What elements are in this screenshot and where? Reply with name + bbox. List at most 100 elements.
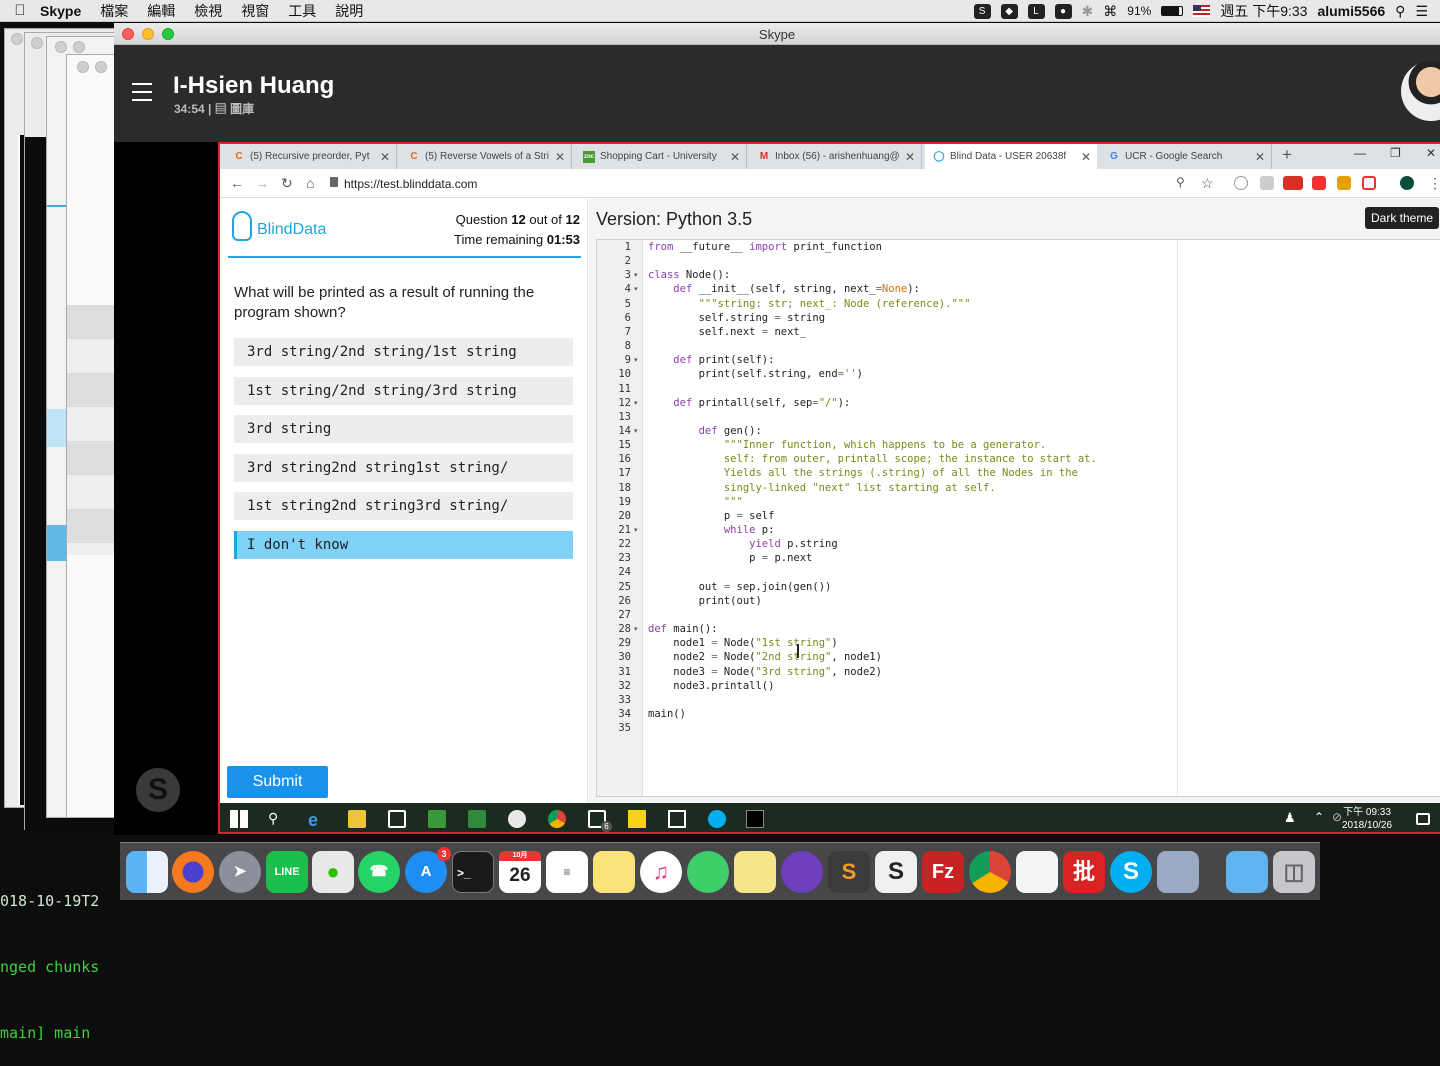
wechat-status-icon[interactable]: ● bbox=[1054, 3, 1072, 19]
code-line[interactable]: self.next = next_ bbox=[648, 325, 807, 339]
launchpad-icon[interactable]: ➤ bbox=[219, 851, 261, 893]
messages-icon[interactable] bbox=[687, 851, 729, 893]
contact-avatar[interactable] bbox=[1401, 61, 1440, 121]
tray-expand-icon[interactable]: ⌃ bbox=[1314, 810, 1332, 828]
chrome-tab[interactable]: M Inbox (56) - arishenhuang@ ✕ bbox=[750, 144, 922, 169]
app-store-icon[interactable]: A 3 bbox=[405, 847, 451, 893]
sticky-notes-icon[interactable] bbox=[628, 810, 646, 828]
code-line[interactable]: out = sep.join(gen()) bbox=[648, 580, 832, 594]
minimize-icon[interactable]: — bbox=[1354, 146, 1366, 160]
chrome-tab[interactable]: C (5) Reverse Vowels of a Stri ✕ bbox=[400, 144, 572, 169]
lock-icon[interactable] bbox=[330, 177, 338, 187]
input-source-flag-icon[interactable] bbox=[1193, 5, 1211, 17]
gallery-icon[interactable]: ▤ bbox=[215, 102, 227, 116]
submit-button[interactable]: Submit bbox=[227, 766, 328, 798]
firefox-icon[interactable] bbox=[172, 851, 214, 893]
answer-option[interactable]: 3rd string/2nd string/1st string bbox=[234, 338, 573, 366]
answer-option[interactable]: 1st string/2nd string/3rd string bbox=[234, 377, 573, 405]
zoom-icon[interactable]: ⚲ bbox=[1176, 175, 1185, 189]
answer-option[interactable]: 3rd string bbox=[234, 415, 573, 443]
code-line[interactable]: self: from outer, printall scope; the in… bbox=[648, 452, 1097, 466]
skype-icon[interactable]: S bbox=[1110, 851, 1152, 893]
fold-toggle-icon[interactable]: ▾ bbox=[634, 356, 638, 364]
code-line[interactable]: node2 = Node("2nd string", node1) bbox=[648, 650, 882, 664]
battery-icon[interactable] bbox=[1161, 6, 1184, 16]
extension-icon[interactable] bbox=[1234, 176, 1248, 190]
code-line[interactable]: """string: str; next_: Node (reference).… bbox=[648, 297, 971, 311]
wechat-icon[interactable]: ● bbox=[312, 851, 354, 893]
slides-icon[interactable]: S bbox=[875, 851, 917, 893]
bookmark-star-icon[interactable]: ☆ bbox=[1201, 175, 1214, 192]
terminal-icon[interactable] bbox=[746, 810, 764, 828]
code-editor[interactable]: 1 from __future__ import print_function 2 3… bbox=[596, 239, 1440, 797]
windows-start-icon[interactable] bbox=[230, 810, 248, 828]
itunes-icon[interactable]: ♫ bbox=[640, 851, 682, 893]
search-icon[interactable]: ⚲ bbox=[268, 810, 286, 828]
line-status-icon[interactable]: L bbox=[1027, 3, 1045, 19]
code-line[interactable]: while p: bbox=[648, 523, 775, 537]
fold-toggle-icon[interactable]: ▾ bbox=[634, 399, 638, 407]
fold-toggle-icon[interactable]: ▾ bbox=[634, 625, 638, 633]
chrome-tab[interactable]: G UCR - Google Search ✕ bbox=[1100, 144, 1272, 169]
code-line[interactable]: print(self.string, end='') bbox=[648, 367, 863, 381]
close-icon[interactable]: ✕ bbox=[1426, 146, 1436, 160]
code-line[interactable]: self.string = string bbox=[648, 311, 825, 325]
code-line[interactable]: node3.printall() bbox=[648, 679, 774, 693]
chrome-icon[interactable] bbox=[548, 810, 566, 828]
dark-theme-tooltip[interactable]: Dark theme bbox=[1365, 207, 1440, 229]
fold-toggle-icon[interactable]: ▾ bbox=[634, 526, 638, 534]
extension-icon[interactable] bbox=[1260, 176, 1274, 190]
spotlight-search-icon[interactable]: ⚲ bbox=[1395, 3, 1405, 20]
code-line[interactable]: Yields all the strings (.string) of all … bbox=[648, 466, 1078, 480]
close-tab-icon[interactable]: ✕ bbox=[553, 150, 567, 164]
fold-toggle-icon[interactable]: ▾ bbox=[634, 427, 638, 435]
trash-icon[interactable]: ◫ bbox=[1273, 851, 1315, 893]
filezilla-icon[interactable]: Fz bbox=[922, 851, 964, 893]
extension-icon[interactable] bbox=[1337, 176, 1351, 190]
edge-icon[interactable]: e bbox=[308, 810, 326, 830]
home-icon[interactable]: ⌂ bbox=[306, 175, 314, 191]
menu-view[interactable]: 檢視 bbox=[194, 1, 222, 21]
code-line[interactable]: yield p.string bbox=[648, 537, 838, 551]
code-line[interactable]: class Node(): bbox=[648, 268, 730, 282]
code-line[interactable]: """ bbox=[648, 495, 743, 509]
code-line[interactable]: def print(self): bbox=[648, 353, 774, 367]
skype-taskbar-icon[interactable] bbox=[708, 810, 726, 828]
code-line[interactable]: p = p.next bbox=[648, 551, 812, 565]
reminders-icon[interactable]: ≡ bbox=[546, 851, 588, 893]
menu-file[interactable]: 檔案 bbox=[100, 1, 128, 21]
wifi-icon[interactable]: ⌘ bbox=[1103, 3, 1117, 20]
file-explorer-icon[interactable] bbox=[348, 810, 366, 828]
people-icon[interactable]: ♟ bbox=[1284, 810, 1302, 828]
code-line[interactable]: node1 = Node("1st string") bbox=[648, 636, 837, 650]
folder-icon[interactable] bbox=[1226, 851, 1268, 893]
fold-toggle-icon[interactable]: ▾ bbox=[634, 285, 638, 293]
code-line[interactable]: def __init__(self, string, next_=None): bbox=[648, 282, 920, 296]
extension-icon[interactable] bbox=[1312, 176, 1326, 190]
notification-center-icon[interactable]: ☰ bbox=[1415, 3, 1428, 20]
answer-option[interactable]: 3rd string2nd string1st string/ bbox=[234, 454, 573, 482]
more-menu-icon[interactable]: ⋮ bbox=[1428, 175, 1440, 192]
code-line[interactable]: def printall(self, sep="/"): bbox=[648, 396, 850, 410]
calendar-icon[interactable] bbox=[668, 810, 686, 828]
reload-icon[interactable]: ↻ bbox=[281, 175, 293, 192]
code-line[interactable]: def gen(): bbox=[648, 424, 762, 438]
notes-icon[interactable] bbox=[593, 851, 635, 893]
pi-icon[interactable]: 批 bbox=[1063, 851, 1105, 893]
spreadsheet-icon[interactable] bbox=[468, 810, 486, 828]
app-icon[interactable] bbox=[428, 810, 446, 828]
restore-icon[interactable]: ❐ bbox=[1390, 146, 1401, 160]
terminal-icon[interactable]: >_ bbox=[452, 851, 494, 893]
mail-icon[interactable]: 6 bbox=[588, 810, 612, 832]
answer-option[interactable]: 1st string2nd string3rd string/ bbox=[234, 492, 573, 520]
fold-toggle-icon[interactable]: ▾ bbox=[634, 271, 638, 279]
close-tab-icon[interactable]: ✕ bbox=[1079, 150, 1093, 164]
code-line[interactable]: singly-linked "next" list starting at se… bbox=[648, 481, 996, 495]
apple-icon[interactable]:  bbox=[0, 2, 40, 19]
code-line[interactable]: """Inner function, which happens to be a… bbox=[648, 438, 1046, 452]
chrome-tab-active[interactable]: ◯ Blind Data - USER 20638f ✕ bbox=[925, 144, 1097, 169]
code-line[interactable]: main() bbox=[648, 707, 686, 721]
github-icon[interactable] bbox=[781, 851, 823, 893]
back-icon[interactable]: ← bbox=[230, 175, 244, 191]
menu-edit[interactable]: 編輯 bbox=[147, 1, 175, 21]
